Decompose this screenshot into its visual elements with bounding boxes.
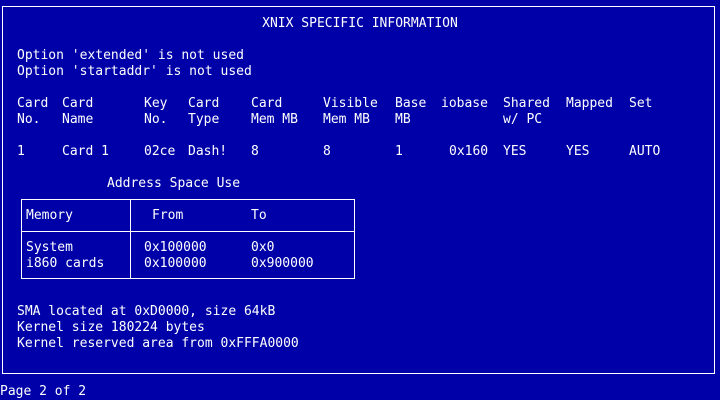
table-divider: [21, 231, 355, 232]
cell-base-mb: 1: [395, 144, 403, 159]
col-header-card-type: Card Type: [188, 96, 220, 127]
cell-card-mem: 8: [251, 144, 259, 159]
cell-card-name: Card 1: [62, 144, 109, 159]
cell-card-type: Dash!: [188, 144, 228, 159]
panel-title: XNIX SPECIFIC INFORMATION: [262, 16, 458, 31]
col-header-card-name: Card Name: [62, 96, 94, 127]
col-header-shared: Shared w/ PC: [503, 96, 550, 127]
addr-cell-to: 0x0: [251, 240, 275, 255]
col-header-visible-mem: Visible Mem MB: [323, 96, 378, 127]
addr-cell-to: 0x900000: [251, 256, 314, 271]
col-header-mapped: Mapped: [566, 96, 613, 111]
addr-cell-memory: i860 cards: [26, 256, 105, 271]
cell-iobase: 0x160: [449, 144, 489, 159]
cell-card-no: 1: [17, 144, 25, 159]
addr-header-from: From: [152, 208, 184, 223]
addr-header-to: To: [251, 208, 267, 223]
cell-key-no: 02ce: [144, 144, 176, 159]
option-extended-line: Option 'extended' is not used: [17, 48, 244, 63]
col-header-iobase: iobase: [441, 96, 488, 111]
addr-header-memory: Memory: [26, 208, 73, 223]
cell-shared: YES: [503, 144, 527, 159]
cell-mapped: YES: [566, 144, 590, 159]
addr-cell-memory: System: [26, 240, 73, 255]
option-startaddr-line: Option 'startaddr' is not used: [17, 64, 252, 79]
table-divider: [130, 199, 131, 279]
kernel-size-line: Kernel size 180224 bytes: [17, 320, 205, 335]
page-indicator: Page 2 of 2: [0, 384, 87, 399]
cell-set: AUTO: [629, 144, 661, 159]
kernel-reserved-line: Kernel reserved area from 0xFFFA0000: [17, 336, 299, 351]
addr-cell-from: 0x100000: [144, 256, 207, 271]
col-header-set: Set: [629, 96, 653, 111]
col-header-card-mem: Card Mem MB: [251, 96, 298, 127]
col-header-key-no: Key No.: [144, 96, 168, 127]
col-header-base-mb: Base MB: [395, 96, 427, 127]
address-space-caption: Address Space Use: [107, 176, 241, 191]
col-header-card-no: Card No.: [17, 96, 49, 127]
cell-visible-mem: 8: [323, 144, 331, 159]
sma-info-line: SMA located at 0xD0000, size 64kB: [17, 304, 276, 319]
addr-cell-from: 0x100000: [144, 240, 207, 255]
